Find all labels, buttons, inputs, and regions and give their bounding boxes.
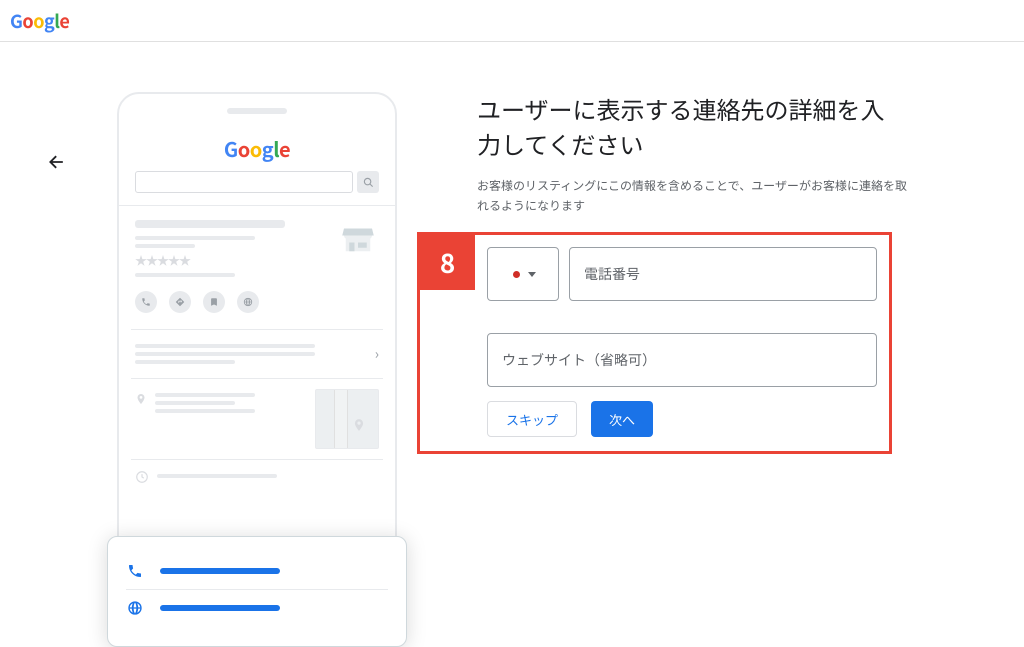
- illustration-action-call-icon: [135, 291, 157, 313]
- website-placeholder: ウェブサイト（省略可）: [502, 350, 656, 370]
- illustration-search-icon: [357, 171, 379, 193]
- stars-icon: ★★★★★: [135, 252, 329, 269]
- clock-icon: [135, 470, 149, 484]
- globe-icon: [126, 600, 144, 616]
- illustration-google-logo: Google: [224, 134, 290, 163]
- website-input[interactable]: ウェブサイト（省略可）: [487, 333, 877, 387]
- chevron-down-icon: [528, 272, 536, 277]
- global-header: Google: [0, 0, 1024, 42]
- phone-illustration: Google: [97, 92, 417, 647]
- illustration-action-save-icon: [203, 291, 225, 313]
- google-logo: Google: [10, 8, 69, 34]
- page-subtitle: お客様のリスティングにこの情報を含めることで、ユーザーがお客様に連絡を取れるよう…: [477, 176, 907, 217]
- contact-popup-illustration: [107, 536, 407, 647]
- storefront-icon: [337, 216, 379, 262]
- location-pin-icon: [135, 391, 147, 407]
- skip-button[interactable]: スキップ: [487, 401, 577, 437]
- japan-flag-icon: [510, 268, 522, 280]
- phone-icon: [126, 563, 144, 579]
- step-badge: 8: [420, 235, 475, 290]
- map-thumbnail-icon: [315, 389, 379, 449]
- illustration-action-website-icon: [237, 291, 259, 313]
- highlighted-step-box: 8 電話番号 ウェブサイト（省略可）: [417, 232, 892, 454]
- country-code-select[interactable]: [487, 247, 559, 301]
- phone-number-input[interactable]: 電話番号: [569, 247, 877, 301]
- illustration-search-box: [135, 171, 353, 193]
- illustration-action-directions-icon: [169, 291, 191, 313]
- phone-placeholder: 電話番号: [584, 264, 640, 284]
- page-title: ユーザーに表示する連絡先の詳細を入力してください: [477, 92, 907, 162]
- next-button[interactable]: 次へ: [591, 401, 653, 437]
- chevron-right-icon: ›: [375, 344, 379, 364]
- back-button[interactable]: [47, 152, 67, 172]
